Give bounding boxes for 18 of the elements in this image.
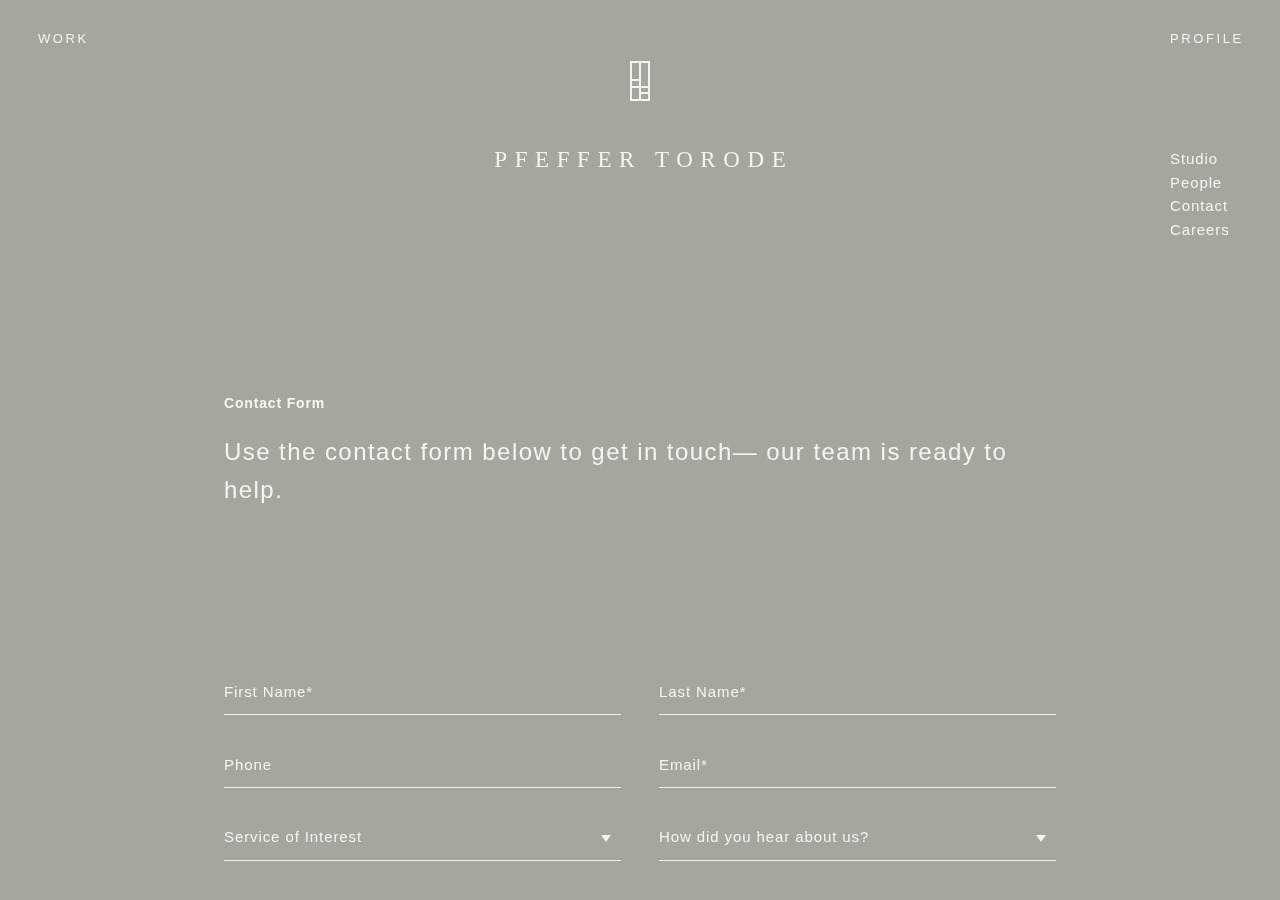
caret-icon [601,835,611,842]
caret-icon [1036,835,1046,842]
nav-link[interactable]: People [1170,170,1223,194]
brand-wordmark: PFEFFER TORODE [494,147,794,173]
nav-link[interactable]: Careers [1170,217,1230,241]
work-link[interactable]: WORK [38,31,89,47]
nav-link[interactable]: Studio [1170,147,1218,171]
profile-link[interactable]: PROFILE [1170,31,1244,47]
text-input-field[interactable]: Phone [224,750,621,788]
section-heading: Contact Form [224,394,327,412]
select-dropdown[interactable]: Service of Interest [224,823,621,861]
nav-link[interactable]: Contact [1170,194,1228,218]
text-input-field[interactable]: First Name* [224,677,621,715]
logo-icon [630,61,650,101]
text-input-field[interactable]: Last Name* [659,677,1056,715]
text-input-field[interactable]: Email* [659,750,1056,788]
intro-paragraph: Use the contact form below to get in touch— our team is ready to help. [224,437,1009,505]
select-dropdown[interactable]: How did you hear about us? [659,823,1056,861]
